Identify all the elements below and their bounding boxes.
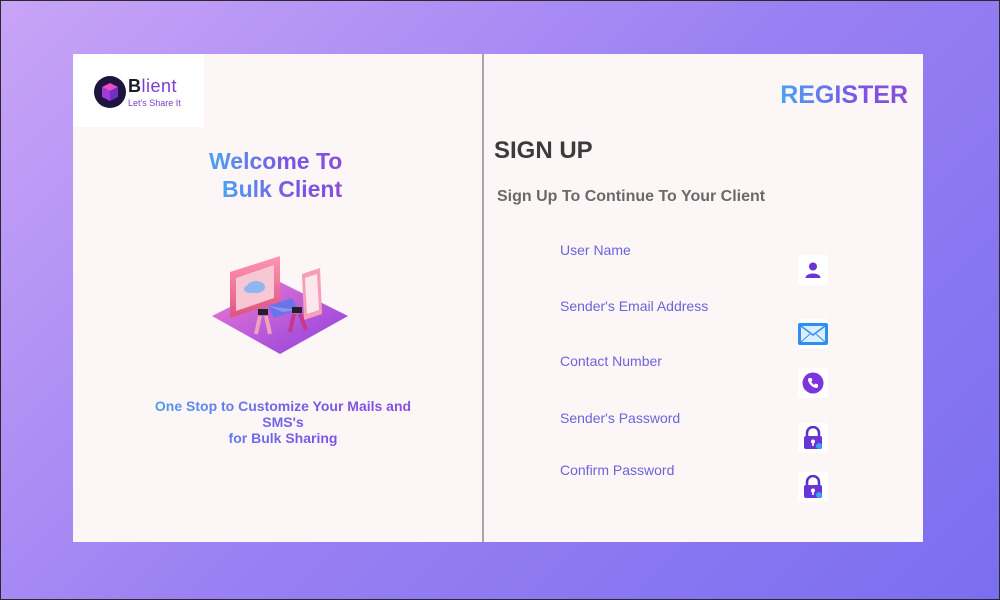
logo-name-rest: lient	[141, 76, 178, 96]
signup-title: SIGN UP	[494, 137, 593, 164]
signup-panel: REGISTER SIGN UP Sign Up To Continue To …	[484, 54, 923, 542]
email-label: Sender's Email Address	[560, 298, 709, 314]
logo-letter: B	[128, 76, 142, 96]
welcome-title-line2: Bulk Client	[222, 176, 343, 202]
logo: Blient Let's Share It	[73, 54, 204, 127]
phone-icon[interactable]	[798, 368, 828, 398]
logo-cube-icon	[94, 76, 126, 108]
logo-tagline: Let's Share It	[128, 98, 181, 108]
mail-icon[interactable]	[798, 319, 828, 349]
lock-icon[interactable]	[798, 423, 828, 453]
password-label: Sender's Password	[560, 410, 681, 426]
confirm-password-label: Confirm Password	[560, 462, 675, 478]
app-description: One Stop to Customize Your Mails and SMS…	[133, 398, 433, 446]
register-link[interactable]: REGISTER	[780, 81, 908, 110]
welcome-panel: Blient Let's Share It Welcome To Bulk Cl…	[73, 54, 482, 542]
username-label: User Name	[560, 242, 631, 258]
contact-label: Contact Number	[560, 353, 662, 369]
welcome-title-line1: Welcome To	[209, 148, 343, 174]
app-description-line2: for Bulk Sharing	[228, 430, 338, 446]
signup-subtitle: Sign Up To Continue To Your Client	[497, 188, 766, 205]
logo-name: Blient	[128, 76, 177, 97]
lock-icon[interactable]	[798, 472, 828, 502]
user-icon[interactable]	[798, 255, 828, 285]
app-description-line1: One Stop to Customize Your Mails and SMS…	[154, 398, 412, 430]
bulk-sharing-illustration	[210, 254, 350, 364]
